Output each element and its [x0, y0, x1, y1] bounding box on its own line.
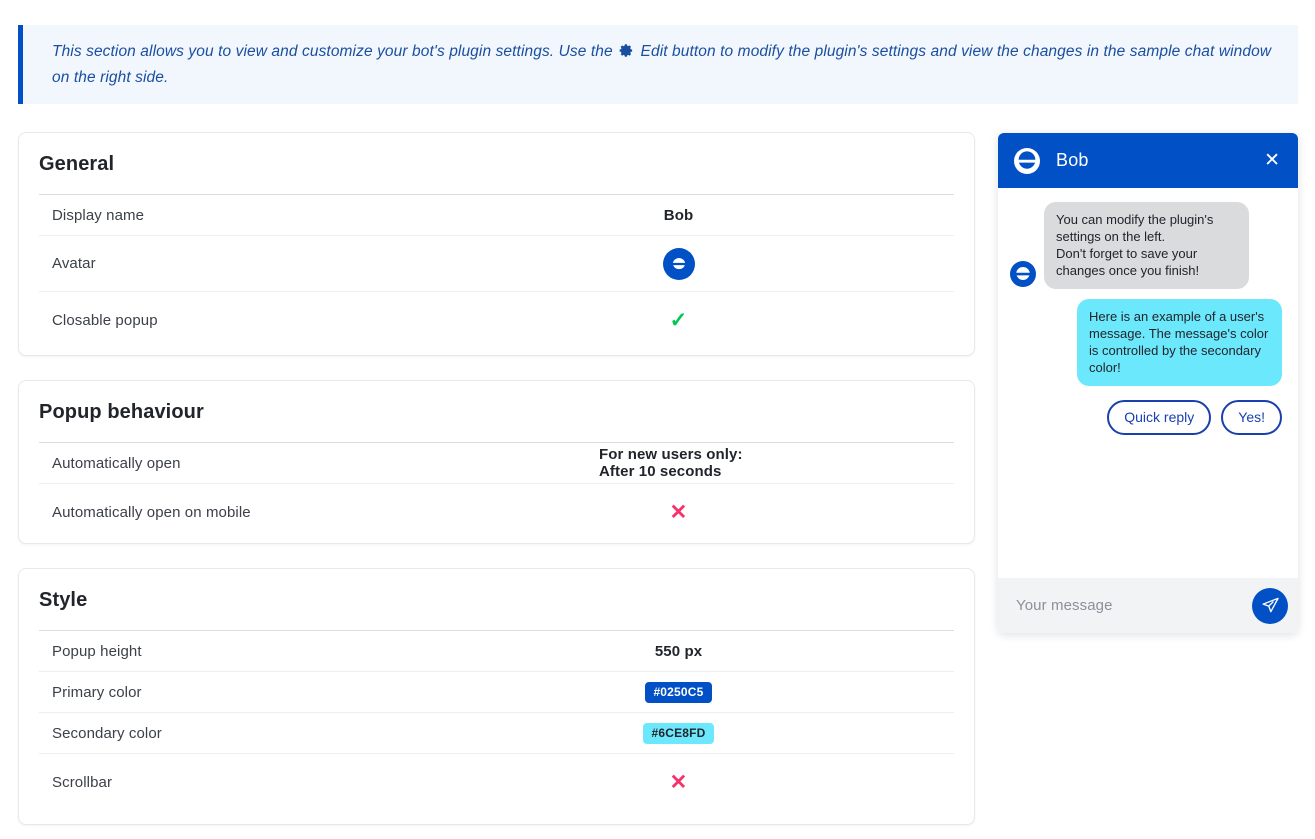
style-card-title: Style: [19, 569, 974, 612]
table-row: Closable popup ✓: [39, 292, 954, 348]
chat-message-list: You can modify the plugin's settings on …: [998, 188, 1298, 578]
chat-header: Bob ✕: [998, 133, 1298, 188]
setting-label-scrollbar: Scrollbar: [39, 774, 599, 791]
setting-label-avatar: Avatar: [39, 255, 599, 272]
setting-value-closable-popup: ✓: [599, 310, 954, 331]
plugin-settings-page: This section allows you to view and cust…: [0, 0, 1315, 839]
quick-reply-button-2[interactable]: Yes!: [1221, 400, 1282, 435]
general-settings-card: General Display name Bob Avatar: [18, 132, 975, 356]
list-item: You can modify the plugin's settings on …: [1010, 202, 1282, 289]
setting-label-popup-height: Popup height: [39, 643, 599, 660]
gear-icon: [619, 42, 634, 66]
secondary-color-chip: #6CE8FD: [643, 723, 713, 744]
info-banner-text: This section allows you to view and cust…: [23, 40, 1298, 90]
setting-value-popup-height: 550 px: [599, 643, 954, 660]
table-row: Automatically open on mobile ✕: [39, 484, 954, 540]
primary-color-chip: #0250C5: [645, 682, 711, 703]
table-row: Popup height 550 px: [39, 631, 954, 672]
popup-behaviour-card-title: Popup behaviour: [19, 381, 974, 424]
info-banner-text-before: This section allows you to view and cust…: [52, 43, 617, 60]
style-card-rows: Popup height 550 px Primary color #0250C…: [19, 631, 974, 810]
setting-value-avatar: [599, 248, 954, 280]
quick-reply-group: Quick reply Yes!: [1010, 400, 1282, 435]
style-card: Style Popup height 550 px Primary color …: [18, 568, 975, 825]
bot-avatar-icon: [663, 248, 695, 280]
user-message-bubble: Here is an example of a user's message. …: [1077, 299, 1282, 386]
table-row: Scrollbar ✕: [39, 754, 954, 810]
cross-icon: ✕: [670, 772, 688, 793]
setting-label-closable-popup: Closable popup: [39, 312, 599, 329]
setting-label-automatically-open: Automatically open: [39, 455, 599, 472]
send-button[interactable]: [1252, 588, 1288, 624]
table-row: Display name Bob: [39, 195, 954, 236]
info-banner: This section allows you to view and cust…: [18, 25, 1298, 104]
setting-label-secondary-color: Secondary color: [39, 725, 599, 742]
chat-title: Bob: [1056, 150, 1260, 171]
table-row: Automatically open For new users only: A…: [39, 443, 954, 484]
bot-avatar-icon: [1014, 148, 1040, 174]
close-icon[interactable]: ✕: [1260, 147, 1284, 174]
chat-input-bar[interactable]: Your message: [998, 578, 1298, 633]
setting-value-scrollbar: ✕: [599, 772, 954, 793]
quick-reply-button-1[interactable]: Quick reply: [1107, 400, 1211, 435]
cross-icon: ✕: [670, 502, 688, 523]
general-card-title: General: [19, 133, 974, 176]
setting-value-secondary-color: #6CE8FD: [599, 723, 954, 744]
setting-value-automatically-open-mobile: ✕: [599, 502, 954, 523]
setting-value-automatically-open: For new users only: After 10 seconds: [599, 446, 954, 480]
setting-value-display-name: Bob: [599, 207, 954, 224]
popup-behaviour-card-rows: Automatically open For new users only: A…: [19, 443, 974, 540]
setting-label-display-name: Display name: [39, 207, 599, 224]
table-row: Secondary color #6CE8FD: [39, 713, 954, 754]
list-item: Here is an example of a user's message. …: [1010, 299, 1282, 386]
table-row: Primary color #0250C5: [39, 672, 954, 713]
setting-value-primary-color: #0250C5: [599, 682, 954, 703]
check-icon: ✓: [670, 310, 688, 331]
setting-label-primary-color: Primary color: [39, 684, 599, 701]
setting-label-automatically-open-mobile: Automatically open on mobile: [39, 504, 599, 521]
message-input-placeholder[interactable]: Your message: [1016, 597, 1252, 614]
bot-avatar-icon: [1010, 261, 1036, 287]
sample-chat-widget: Bob ✕ You can modify the plugin's settin…: [998, 133, 1298, 633]
table-row: Avatar: [39, 236, 954, 292]
general-card-rows: Display name Bob Avatar Closable po: [19, 195, 974, 348]
popup-behaviour-card: Popup behaviour Automatically open For n…: [18, 380, 975, 544]
bot-message-bubble: You can modify the plugin's settings on …: [1044, 202, 1249, 289]
